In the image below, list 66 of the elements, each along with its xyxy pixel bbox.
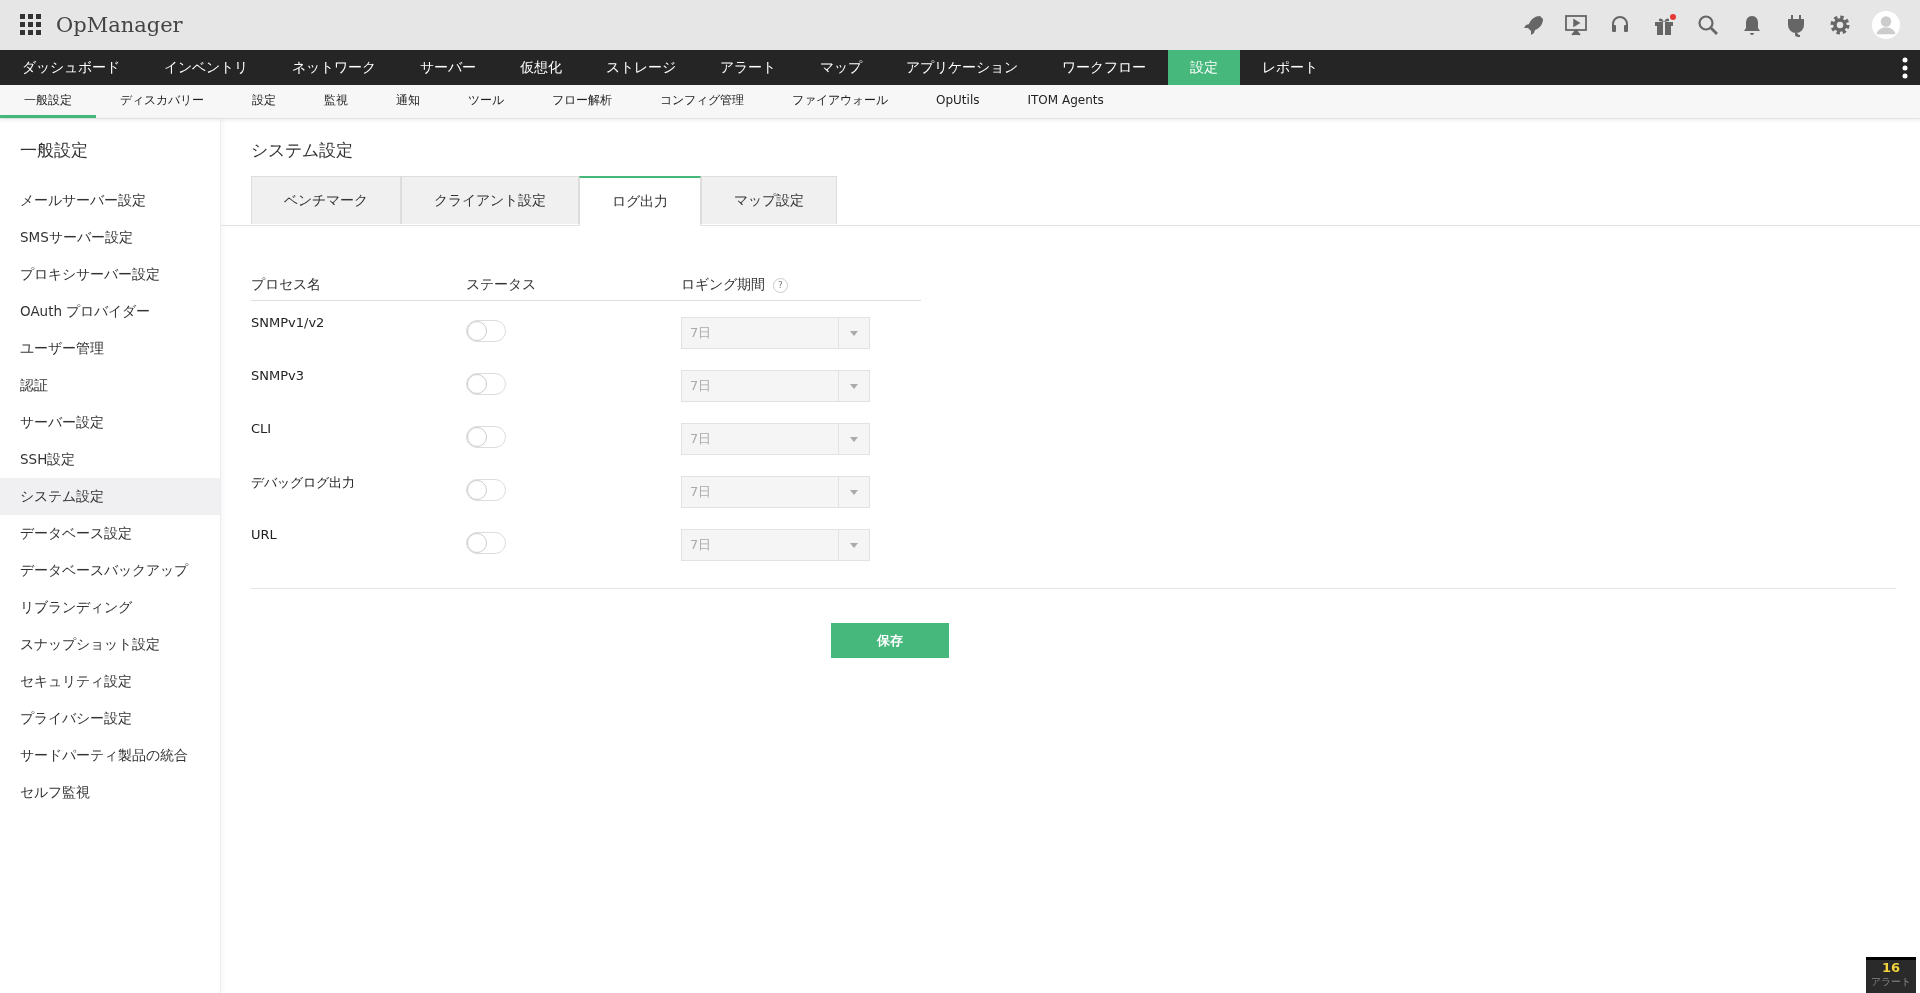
sidebar-item[interactable]: プロキシサーバー設定 [0,256,220,293]
nav-tab[interactable]: アラート [698,50,798,85]
sidebar-title: 一般設定 [19,139,89,162]
nav-tab[interactable]: ワークフロー [1040,50,1168,85]
nav-tab[interactable]: インベントリ [142,50,270,85]
sidebar-item[interactable]: プライバシー設定 [0,700,220,737]
nav-tab[interactable]: マップ [798,50,884,85]
sidebar-item[interactable]: リブランディング [0,589,220,626]
caret-icon [850,542,858,548]
subnav-tab[interactable]: ITOM Agents [1003,85,1128,118]
sidebar-item[interactable]: サードパーティ製品の統合 [0,737,220,774]
process-name: URL [251,527,278,542]
sidebar-item[interactable]: セキュリティ設定 [0,663,220,700]
subnav-tab[interactable]: 通知 [372,85,444,118]
subnav-tab[interactable]: 監視 [300,85,372,118]
sidebar-item[interactable]: 認証 [0,367,220,404]
nav-tab[interactable]: 仮想化 [498,50,584,85]
caret-icon [850,383,858,389]
app-logo: OpManager [56,13,183,37]
nav-tab[interactable]: サーバー [398,50,498,85]
process-name: デバッグログ出力 [251,474,356,492]
gift-icon[interactable] [1652,13,1676,37]
sidebar-item[interactable]: データベース設定 [0,515,220,552]
column-header: ロギング期間 [681,276,765,294]
tab[interactable]: マップ設定 [701,176,837,224]
search-icon[interactable] [1696,13,1720,37]
sidebar-item[interactable]: システム設定 [0,478,220,515]
presentation-icon[interactable] [1564,13,1588,37]
subnav-tab[interactable]: 設定 [228,85,300,118]
caret-icon [850,330,858,336]
sidebar-item[interactable]: サーバー設定 [0,404,220,441]
subnav-tab[interactable]: OpUtils [912,85,1004,118]
sidebar-item[interactable]: SSH設定 [0,441,220,478]
tab[interactable]: クライアント設定 [401,176,579,224]
subnav-tab[interactable]: コンフィグ管理 [636,85,768,118]
sidebar-item[interactable]: スナップショット設定 [0,626,220,663]
subnav-tab[interactable]: 一般設定 [0,85,96,118]
tab[interactable]: ログ出力 [579,176,701,226]
column-header: ステータス [466,276,537,294]
nav-tab[interactable]: レポート [1240,50,1340,85]
column-header: プロセス名 [251,276,322,294]
nav-tab[interactable]: アプリケーション [884,50,1040,85]
process-name: CLI [251,421,273,436]
sidebar-item[interactable]: ユーザー管理 [0,330,220,367]
sidebar-item[interactable]: メールサーバー設定 [0,182,220,219]
tab[interactable]: ベンチマーク [251,176,401,224]
nav-tab[interactable]: ストレージ [584,50,698,85]
sidebar-item[interactable]: SMSサーバー設定 [0,219,220,256]
caret-icon [850,489,858,495]
process-name: SNMPv1/v2 [251,315,326,330]
page-title: システム設定 [251,139,353,162]
sidebar-item[interactable]: OAuth プロバイダー [0,293,220,330]
process-name: SNMPv3 [251,368,305,383]
more-icon[interactable] [1902,56,1908,79]
alarm-badge[interactable]: 16 アラート [1866,957,1916,993]
caret-icon [850,436,858,442]
sidebar-item[interactable]: データベースバックアップ [0,552,220,589]
nav-tab[interactable]: ダッシュボード [0,50,142,85]
sidebar-item[interactable]: セルフ監視 [0,774,220,811]
settings-icon[interactable] [1828,13,1852,37]
nav-tab[interactable]: ネットワーク [270,50,398,85]
subnav-tab[interactable]: ツール [444,85,528,118]
apps-grid-icon[interactable] [20,14,42,36]
subnav-tab[interactable]: ファイアウォール [768,85,912,118]
subnav-tab[interactable]: ディスカバリー [96,85,228,118]
subnav-tab[interactable]: フロー解析 [528,85,636,118]
